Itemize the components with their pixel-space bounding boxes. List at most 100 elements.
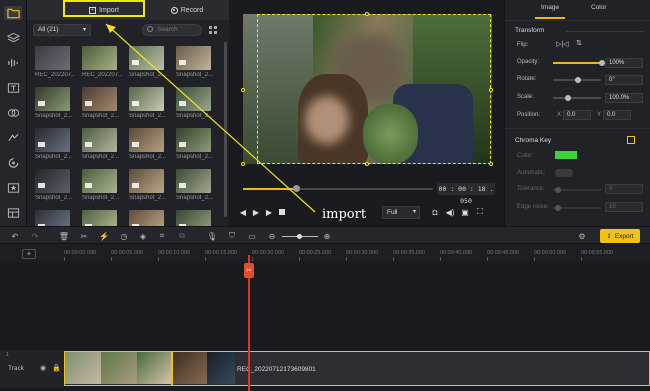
quality-select[interactable]: Full ▾	[382, 206, 420, 219]
media-thumbnail[interactable]	[82, 128, 117, 152]
chroma-tolerance-input[interactable]: 5	[605, 184, 643, 194]
grid-view-icon[interactable]	[208, 25, 218, 35]
media-thumbnail[interactable]	[35, 128, 70, 152]
resize-handle-top[interactable]	[365, 12, 369, 16]
resize-handle-bottom[interactable]	[365, 162, 369, 166]
text-icon[interactable]	[4, 81, 22, 95]
chroma-edge-input[interactable]: 10	[605, 202, 643, 212]
elements-icon[interactable]	[4, 181, 22, 195]
crop-icon[interactable]: ⌗	[156, 230, 168, 242]
search-icon	[147, 26, 153, 32]
media-thumbnail[interactable]	[129, 46, 164, 70]
scale-slider-knob[interactable]	[565, 95, 571, 101]
media-thumbnail[interactable]	[129, 128, 164, 152]
transition-icon[interactable]	[4, 131, 22, 145]
undo-icon[interactable]: ↶	[9, 230, 21, 242]
preview-progress-fill	[243, 188, 295, 190]
resize-handle-bottom-left[interactable]	[241, 162, 245, 166]
preview-progress-knob[interactable]	[293, 185, 300, 192]
media-thumbnail[interactable]	[35, 169, 70, 193]
export-button[interactable]: ⇪ Export	[600, 229, 640, 243]
resize-handle-bottom-right[interactable]	[489, 162, 493, 166]
tab-record[interactable]: Record	[145, 0, 229, 20]
playhead-handle[interactable]: ✂	[244, 263, 254, 278]
video-clip[interactable]: REC_20220712173609801	[64, 350, 650, 386]
microphone-icon[interactable]: 🎙	[206, 230, 218, 242]
tab-color[interactable]: Color	[591, 4, 607, 18]
delete-icon[interactable]: 🗑	[58, 230, 70, 242]
chroma-edge-label: Edge noise:	[517, 204, 549, 210]
media-scrollbar[interactable]	[224, 42, 227, 217]
volume-icon[interactable]: ◀)	[444, 206, 456, 218]
overlay-icon[interactable]	[4, 156, 22, 170]
cut-icon[interactable]: ✂	[78, 230, 90, 242]
chroma-edge-knob[interactable]	[555, 205, 561, 211]
freeze-icon[interactable]: ⧉	[176, 230, 188, 242]
media-thumbnail[interactable]	[176, 128, 211, 152]
chroma-auto-toggle[interactable]	[555, 169, 573, 177]
add-track-icon[interactable]: +	[22, 249, 36, 259]
crop-screen-icon[interactable]: ▣	[459, 206, 471, 218]
image-badge-icon	[132, 60, 139, 65]
opacity-input[interactable]: 100%	[605, 58, 643, 68]
media-thumbnail[interactable]	[82, 46, 117, 70]
keyframe-icon[interactable]: ◈	[137, 230, 149, 242]
position-x-input[interactable]: 0.0	[563, 110, 591, 120]
scale-input[interactable]: 100.0%	[605, 93, 643, 103]
speed-icon[interactable]: ◷	[118, 230, 130, 242]
audio-icon[interactable]	[4, 56, 22, 70]
folder-icon[interactable]	[4, 6, 22, 20]
split-icon[interactable]: ⚡	[98, 230, 110, 242]
redo-icon[interactable]: ↷	[29, 230, 41, 242]
media-filter-dropdown[interactable]: All (21) ▾	[33, 24, 91, 36]
ruler-tick-mark	[205, 257, 206, 261]
media-thumbnail[interactable]	[35, 87, 70, 111]
chroma-tolerance-knob[interactable]	[555, 187, 561, 193]
media-thumbnail[interactable]	[82, 169, 117, 193]
next-frame-icon[interactable]: ▶	[263, 206, 275, 218]
media-thumbnail[interactable]	[176, 169, 211, 193]
fullscreen-icon[interactable]: ⛶	[474, 206, 486, 218]
position-y-input[interactable]: 0.0	[603, 110, 631, 120]
settings-sliders-icon[interactable]: ⚙	[576, 230, 588, 242]
template-icon[interactable]	[4, 206, 22, 220]
resize-handle-left[interactable]	[241, 88, 245, 92]
media-thumbnail[interactable]	[129, 87, 164, 111]
rotate-slider-knob[interactable]	[575, 77, 581, 83]
position-y-label: Y	[597, 112, 602, 118]
media-thumbnail[interactable]	[82, 87, 117, 111]
image-badge-icon	[38, 183, 45, 188]
zoom-slider-knob[interactable]	[297, 234, 302, 239]
filter-icon[interactable]	[4, 106, 22, 120]
rotate-input[interactable]: 0°	[605, 75, 643, 85]
stop-icon[interactable]	[276, 206, 288, 218]
zoom-out-icon[interactable]: ⊖	[266, 230, 278, 242]
ruler-tick-mark	[346, 257, 347, 261]
lock-icon[interactable]: 🔒	[52, 364, 61, 372]
media-thumbnail[interactable]	[129, 169, 164, 193]
prev-frame-icon[interactable]: ◀	[237, 206, 249, 218]
play-icon[interactable]: ▶	[250, 206, 262, 218]
marker-icon[interactable]: ⛉	[226, 230, 238, 242]
flip-horizontal-icon[interactable]: ▷|◁	[556, 40, 569, 48]
zoom-in-icon[interactable]: ⊕	[321, 230, 333, 242]
chroma-checkbox[interactable]	[627, 136, 635, 144]
eye-icon[interactable]: ◉	[40, 364, 46, 372]
image-badge-icon	[132, 101, 139, 106]
media-thumbnail[interactable]	[35, 46, 70, 70]
fit-icon[interactable]: ▭	[246, 230, 258, 242]
media-thumbnail[interactable]	[176, 87, 211, 111]
snapshot-icon[interactable]: ◘	[429, 206, 441, 218]
chroma-color-label: Color:	[517, 153, 534, 159]
media-search-input[interactable]: Search	[142, 24, 202, 36]
scale-slider[interactable]	[553, 97, 601, 99]
image-badge-icon	[85, 183, 92, 188]
layers-icon[interactable]	[4, 31, 22, 45]
selection-frame[interactable]	[257, 14, 491, 164]
tab-image[interactable]: Image	[541, 4, 559, 18]
media-thumbnail[interactable]	[176, 46, 211, 70]
resize-handle-right[interactable]	[489, 88, 493, 92]
chroma-color-swatch[interactable]	[555, 151, 577, 159]
image-badge-icon	[38, 142, 45, 147]
flip-vertical-icon[interactable]: ⇅	[576, 39, 582, 47]
